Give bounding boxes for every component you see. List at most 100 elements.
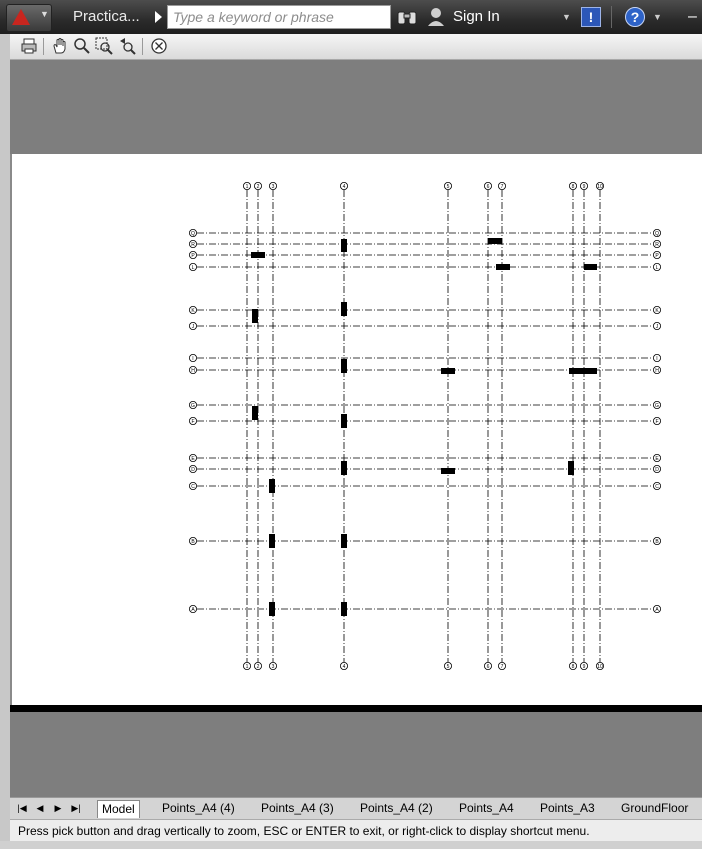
- sign-in-link[interactable]: Sign In: [453, 8, 500, 25]
- communication-center-button[interactable]: !: [581, 7, 601, 27]
- chevron-down-icon[interactable]: ▼: [562, 12, 571, 22]
- grid-bubble-top: 5: [443, 181, 452, 190]
- pan-hand-icon[interactable]: [51, 37, 69, 55]
- grid-bubble-label: 4: [343, 664, 346, 670]
- print-icon[interactable]: [20, 37, 38, 55]
- column-marker: [341, 534, 347, 548]
- grid-bubble-right: C: [653, 481, 662, 490]
- grid-bubble-label: C: [655, 484, 659, 490]
- zoom-window-icon[interactable]: [95, 37, 113, 55]
- binoculars-icon[interactable]: [397, 9, 417, 25]
- column-marker: [341, 414, 347, 428]
- column-marker: [341, 602, 347, 616]
- grid-bubble-left: K: [188, 305, 197, 314]
- viewport-background-bottom: [10, 712, 702, 797]
- plot-preview-toolbar: [10, 34, 702, 60]
- grid-bubble-label: D: [655, 467, 659, 473]
- grid-bubble-label: Q: [191, 231, 195, 237]
- grid-bubble-label: 10: [597, 184, 603, 190]
- grid-bubble-top: 6: [483, 181, 492, 190]
- grid-bubble-bottom: 8: [569, 661, 578, 670]
- tab-points-a3[interactable]: Points_A3: [536, 800, 599, 817]
- grid-bubble-left: I: [188, 353, 197, 362]
- grid-bubble-right: H: [653, 365, 662, 374]
- tab-groundfloor[interactable]: GroundFloor: [617, 800, 692, 817]
- grid-bubble-left: P: [188, 251, 197, 260]
- close-preview-icon[interactable]: [150, 37, 168, 55]
- grid-bubble-label: F: [191, 419, 194, 425]
- title-bar: ▼ Practica... Type a keyword or phrase S…: [0, 0, 702, 34]
- grid-bubble-label: H: [191, 368, 195, 374]
- column-marker: [252, 406, 258, 420]
- grid-bubble-left: B: [188, 536, 197, 545]
- tab-points-a4[interactable]: Points_A4: [455, 800, 518, 817]
- status-message: Press pick button and drag vertically to…: [10, 819, 702, 841]
- user-icon[interactable]: [427, 7, 445, 27]
- grid-bubble-label: 4: [343, 184, 346, 190]
- column-marker: [251, 252, 265, 258]
- grid-bubble-label: 6: [487, 184, 490, 190]
- grid-bubble-label: 7: [501, 664, 504, 670]
- grid-bubble-top: 2: [253, 181, 262, 190]
- column-marker: [341, 302, 347, 316]
- last-tab-icon[interactable]: ▶|: [70, 802, 82, 814]
- search-input[interactable]: Type a keyword or phrase: [167, 5, 391, 29]
- column-marker: [341, 461, 347, 475]
- grid-bubble-left: F: [188, 416, 197, 425]
- column-marker: [341, 359, 347, 373]
- grid-bubble-top: 7: [497, 181, 506, 190]
- chevron-down-icon[interactable]: ▼: [653, 12, 662, 22]
- grid-bubble-label: G: [655, 403, 659, 409]
- tab-points-a4-2[interactable]: Points_A4 (2): [356, 800, 437, 817]
- zoom-previous-icon[interactable]: [118, 37, 136, 55]
- document-title: Practica...: [73, 8, 140, 25]
- autocad-logo-icon: [12, 9, 30, 25]
- grid-bubble-right: B: [653, 536, 662, 545]
- grid-bubble-top: 1: [242, 181, 251, 190]
- column-marker: [441, 468, 455, 474]
- title-expand-arrow-icon[interactable]: [155, 11, 162, 23]
- grid-bubble-right: A: [653, 604, 662, 613]
- grid-bubble-bottom: 1: [242, 661, 251, 670]
- grid-bubble-label: 1: [246, 664, 249, 670]
- grid-bubble-label: Q: [655, 231, 659, 237]
- grid-bubble-label: R: [191, 242, 195, 248]
- tab-points-a4-3[interactable]: Points_A4 (3): [257, 800, 338, 817]
- tab-model[interactable]: Model: [97, 800, 140, 818]
- application-menu-button[interactable]: ▼: [6, 4, 52, 32]
- grid-bubble-right: F: [653, 416, 662, 425]
- grid-bubble-label: 7: [501, 184, 504, 190]
- grid-bubble-label: 8: [572, 664, 575, 670]
- prev-tab-icon[interactable]: ◀: [34, 802, 46, 814]
- left-window-edge: [0, 34, 10, 849]
- column-marker: [269, 602, 275, 616]
- grid-bubble-top: 10: [596, 181, 605, 190]
- minimize-button[interactable]: –: [688, 8, 697, 26]
- column-marker: [569, 368, 597, 374]
- grid-bubble-label: I: [656, 356, 657, 362]
- next-tab-icon[interactable]: ▶: [52, 802, 64, 814]
- drawing-canvas[interactable]: 1 2 3 4 5 6 7 8 9 10 1 2 3 4 5 6 7 8 9 10 Q R P L K J I H G F E D C B A Q R P…: [12, 154, 702, 705]
- grid-bubble-label: H: [655, 368, 659, 374]
- grid-bubble-right: P: [653, 251, 662, 260]
- viewport-background-top: [10, 60, 702, 154]
- grid-bubble-label: 5: [447, 184, 450, 190]
- grid-bubble-label: 2: [257, 184, 260, 190]
- grid-bubble-label: R: [655, 242, 659, 248]
- grid-bubble-bottom: 9: [580, 661, 589, 670]
- grid-bubble-label: D: [191, 467, 195, 473]
- grid-bubble-label: F: [655, 419, 658, 425]
- grid-bubble-label: 5: [447, 664, 450, 670]
- first-tab-icon[interactable]: |◀: [16, 802, 28, 814]
- zoom-realtime-icon[interactable]: [73, 37, 91, 55]
- grid-bubble-right: R: [653, 240, 662, 249]
- tab-points-a4-4[interactable]: Points_A4 (4): [158, 800, 239, 817]
- chevron-down-icon: ▼: [40, 9, 49, 19]
- grid-bubble-label: 2: [257, 664, 260, 670]
- grid-bubble-right: L: [653, 263, 662, 272]
- help-button[interactable]: ?: [625, 7, 645, 27]
- grid-bubble-bottom: 4: [339, 661, 348, 670]
- grid-bubble-top: 3: [268, 181, 277, 190]
- grid-bubble-bottom: 7: [497, 661, 506, 670]
- grid-bubble-top: 4: [339, 181, 348, 190]
